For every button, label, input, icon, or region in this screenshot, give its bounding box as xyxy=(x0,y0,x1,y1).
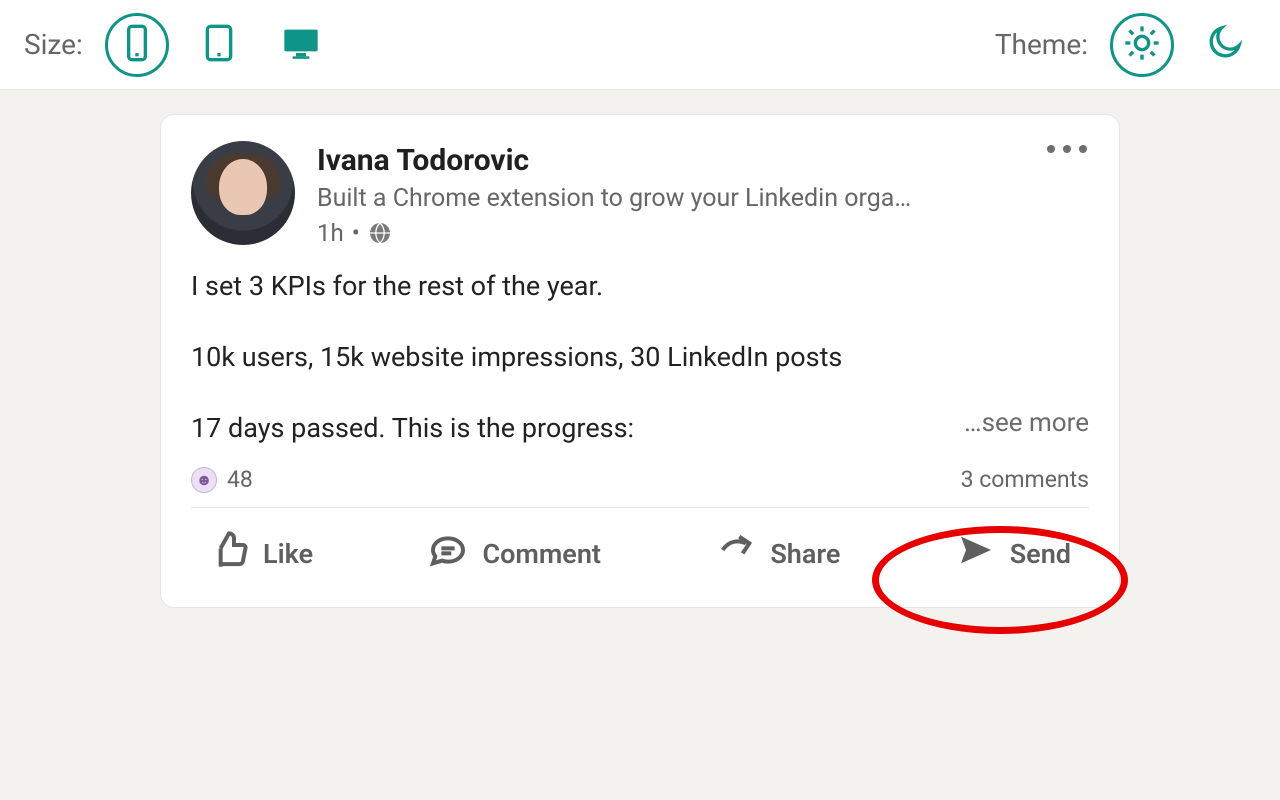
author-headline: Built a Chrome extension to grow your Li… xyxy=(317,184,997,213)
author-name[interactable]: Ivana Todorovic xyxy=(317,143,1089,178)
reaction-count: 48 xyxy=(227,466,253,493)
size-phone-button[interactable] xyxy=(105,13,169,77)
send-label: Send xyxy=(1010,538,1071,570)
phone-icon xyxy=(117,23,157,67)
share-label: Share xyxy=(770,538,840,570)
post-menu-button[interactable] xyxy=(1047,145,1087,153)
size-tablet-button[interactable] xyxy=(187,13,251,77)
moon-icon xyxy=(1204,23,1244,67)
comment-button[interactable]: Comment xyxy=(428,530,601,577)
author-avatar[interactable] xyxy=(191,141,295,245)
post-card: Ivana Todorovic Built a Chrome extension… xyxy=(160,114,1120,608)
comment-label: Comment xyxy=(482,538,601,570)
post-stats: ☻ 48 3 comments xyxy=(191,458,1089,507)
theme-group: Theme: xyxy=(995,13,1256,77)
post-meta: 1h • xyxy=(317,219,1089,247)
tablet-icon xyxy=(199,23,239,67)
size-group: Size: xyxy=(24,13,333,77)
comment-icon xyxy=(428,530,468,577)
send-icon xyxy=(956,530,996,577)
post-actions: Like Comment Share Send xyxy=(191,512,1089,599)
dots-icon xyxy=(1047,145,1055,153)
post-header-text: Ivana Todorovic Built a Chrome extension… xyxy=(317,141,1089,247)
post-header: Ivana Todorovic Built a Chrome extension… xyxy=(191,141,1089,247)
post-time: 1h xyxy=(317,219,344,247)
send-button[interactable]: Send xyxy=(956,530,1071,577)
see-more-link[interactable]: …see more xyxy=(952,405,1089,443)
comments-count[interactable]: 3 comments xyxy=(961,466,1089,493)
reactions-group[interactable]: ☻ 48 xyxy=(191,466,253,493)
like-label: Like xyxy=(263,538,313,570)
preview-stage: Ivana Todorovic Built a Chrome extension… xyxy=(0,90,1280,800)
theme-dark-button[interactable] xyxy=(1192,13,1256,77)
post-body: I set 3 KPIs for the rest of the year. 1… xyxy=(191,267,1089,448)
reaction-icon: ☻ xyxy=(191,467,217,493)
theme-label: Theme: xyxy=(995,28,1088,61)
globe-icon xyxy=(368,221,392,245)
theme-light-button[interactable] xyxy=(1110,13,1174,77)
share-button[interactable]: Share xyxy=(716,530,840,577)
like-icon xyxy=(209,530,249,577)
sun-icon xyxy=(1122,23,1162,67)
top-toolbar: Size: Theme: xyxy=(0,0,1280,90)
like-button[interactable]: Like xyxy=(209,530,313,577)
post-line-1: I set 3 KPIs for the rest of the year. xyxy=(191,267,1089,306)
desktop-icon xyxy=(281,23,321,67)
size-label: Size: xyxy=(24,28,83,61)
share-icon xyxy=(716,530,756,577)
size-desktop-button[interactable] xyxy=(269,13,333,77)
divider xyxy=(191,507,1089,508)
meta-separator: • xyxy=(352,219,360,247)
post-line-2: 10k users, 15k website impressions, 30 L… xyxy=(191,338,1089,377)
